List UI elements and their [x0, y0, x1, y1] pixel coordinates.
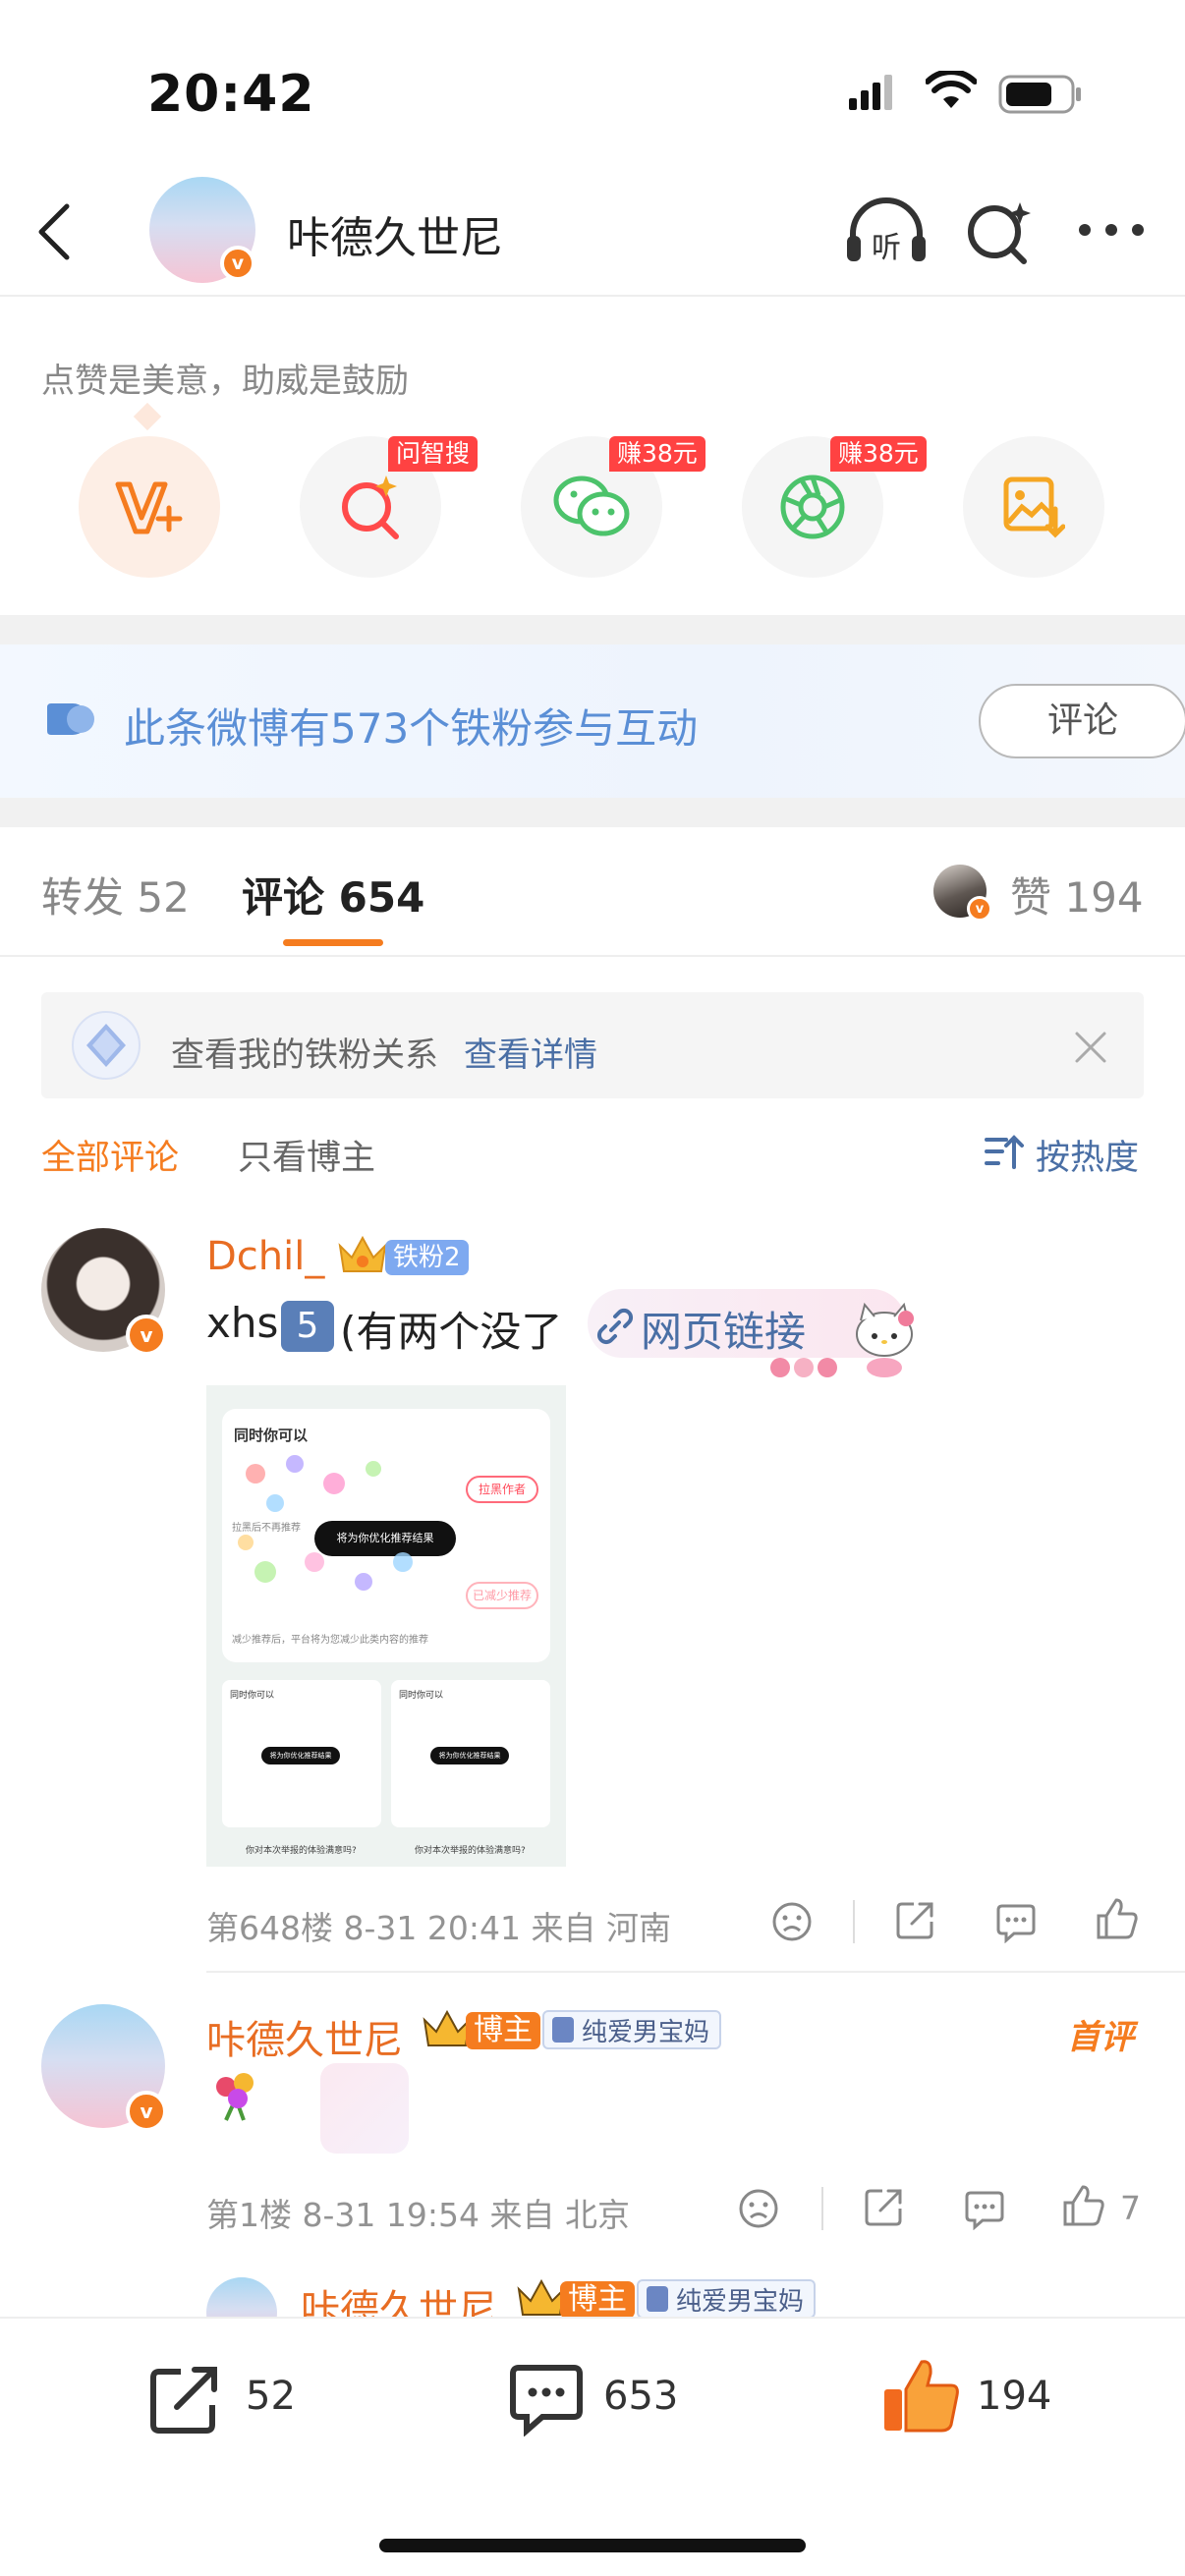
- sort-by-hot[interactable]: 按热度: [1036, 1130, 1139, 1180]
- bottom-comment-button[interactable]: [507, 2362, 586, 2436]
- bottom-comment-count: 653: [603, 2374, 679, 2419]
- moments-reward-tag: 赚38元: [830, 436, 927, 472]
- first-comment-label: 首评: [1067, 2018, 1134, 2057]
- reply-blogger-badge: 博主: [560, 2281, 635, 2319]
- group-badge[interactable]: 纯爱男宝妈: [542, 2010, 722, 2049]
- comment-text-suffix: (有两个没了: [340, 1308, 563, 1356]
- like-icon[interactable]: [1061, 2183, 1106, 2228]
- svg-text:听: 听: [872, 231, 901, 265]
- filter-blogger[interactable]: 只看博主: [238, 1130, 375, 1180]
- like-count: 7: [1120, 2189, 1141, 2227]
- battery-icon: [998, 75, 1083, 114]
- blogger-name[interactable]: 咔德久世尼: [206, 2008, 403, 2065]
- flower-emoji: [208, 2069, 263, 2124]
- bottom-like-button[interactable]: [880, 2354, 963, 2436]
- reply-icon[interactable]: [994, 1900, 1038, 1943]
- dislike-icon[interactable]: [770, 1900, 814, 1943]
- wechat-reward-tag: 赚38元: [609, 436, 705, 472]
- blogger-verified-badge: v: [126, 2091, 167, 2132]
- crown-icon: [336, 1232, 389, 1277]
- iron-fan-link[interactable]: 查看详情: [464, 1028, 597, 1076]
- blogger-badge: 博主: [466, 2012, 540, 2049]
- web-link[interactable]: 网页链接: [641, 1299, 806, 1359]
- status-time: 20:42: [147, 65, 315, 124]
- sticker-bg: [320, 2063, 409, 2154]
- iron-fan-text: 查看我的铁粉关系: [171, 1036, 438, 1075]
- listen-button[interactable]: 听: [845, 196, 928, 267]
- liker-verified-badge: v: [967, 896, 992, 922]
- bottom-like-count: 194: [977, 2374, 1052, 2419]
- comment-text-prefix: xhs: [206, 1299, 279, 1347]
- ask-search-tag: 问智搜: [388, 436, 479, 472]
- tab-underline: [283, 939, 383, 946]
- weibo-comment-page: 20:42 v 咔德久世尼 听 点赞是美意，助威是鼓励 问智搜 赚38元 赚38…: [0, 0, 1185, 2576]
- back-button[interactable]: [33, 202, 73, 261]
- number-emoji: 5: [281, 1301, 334, 1352]
- fans-icon: [43, 701, 98, 737]
- fans-comment-button[interactable]: 评论: [979, 684, 1185, 758]
- save-image-button[interactable]: [963, 436, 1104, 578]
- reply-group-badge[interactable]: 纯爱男宝妈: [637, 2279, 817, 2319]
- commenter-verified-badge: v: [126, 1315, 167, 1356]
- blogger-comment-meta: 第1楼 8-31 19:54 来自 北京: [206, 2196, 630, 2234]
- tab-comment[interactable]: 评论 654: [242, 865, 424, 924]
- vplus-button[interactable]: [79, 436, 220, 578]
- tab-like[interactable]: 赞 194: [1010, 865, 1144, 924]
- search-icon[interactable]: [963, 196, 1034, 267]
- dislike-icon[interactable]: [737, 2187, 780, 2230]
- iron-fan-badge: 铁粉2: [385, 1240, 469, 1275]
- fans-banner-text: 此条微博有573个铁粉参与互动: [124, 704, 699, 753]
- comment-meta: 第648楼 8-31 20:41 来自 河南: [206, 1909, 671, 1947]
- link-icon: [595, 1307, 635, 1346]
- filter-all[interactable]: 全部评论: [41, 1130, 179, 1180]
- more-icon[interactable]: [1077, 220, 1146, 240]
- home-indicator[interactable]: [379, 2539, 806, 2552]
- wifi-icon: [926, 71, 977, 110]
- comment-image[interactable]: 同时你可以 拉黑作者 拉黑后不再推荐 将为你优化推荐结果 已减少推荐 减少推荐后…: [206, 1385, 566, 1867]
- share-icon[interactable]: [863, 2185, 906, 2228]
- share-icon[interactable]: [894, 1898, 937, 1941]
- reward-hint: 点赞是美意，助威是鼓励: [41, 362, 409, 401]
- author-name[interactable]: 咔德久世尼: [287, 202, 503, 265]
- signal-icon: [847, 73, 894, 112]
- verified-badge: v: [220, 246, 255, 281]
- tab-repost[interactable]: 转发 52: [41, 865, 190, 924]
- diamond-icon: [69, 1008, 143, 1083]
- bottom-repost-button[interactable]: [147, 2362, 226, 2436]
- group-icon: [647, 2286, 668, 2312]
- strawberry-decoration: [766, 1352, 849, 1381]
- group-icon: [552, 2017, 574, 2043]
- bottom-bar: [0, 2317, 1185, 2576]
- close-icon[interactable]: [1073, 1030, 1108, 1065]
- like-icon[interactable]: [1095, 1896, 1140, 1941]
- bottom-repost-count: 52: [246, 2374, 296, 2419]
- hint-pointer: [133, 402, 162, 431]
- sort-icon: [985, 1132, 1024, 1171]
- hello-kitty-sticker: [843, 1295, 928, 1379]
- commenter-name[interactable]: Dchil_: [206, 1234, 324, 1279]
- reply-icon[interactable]: [963, 2187, 1006, 2230]
